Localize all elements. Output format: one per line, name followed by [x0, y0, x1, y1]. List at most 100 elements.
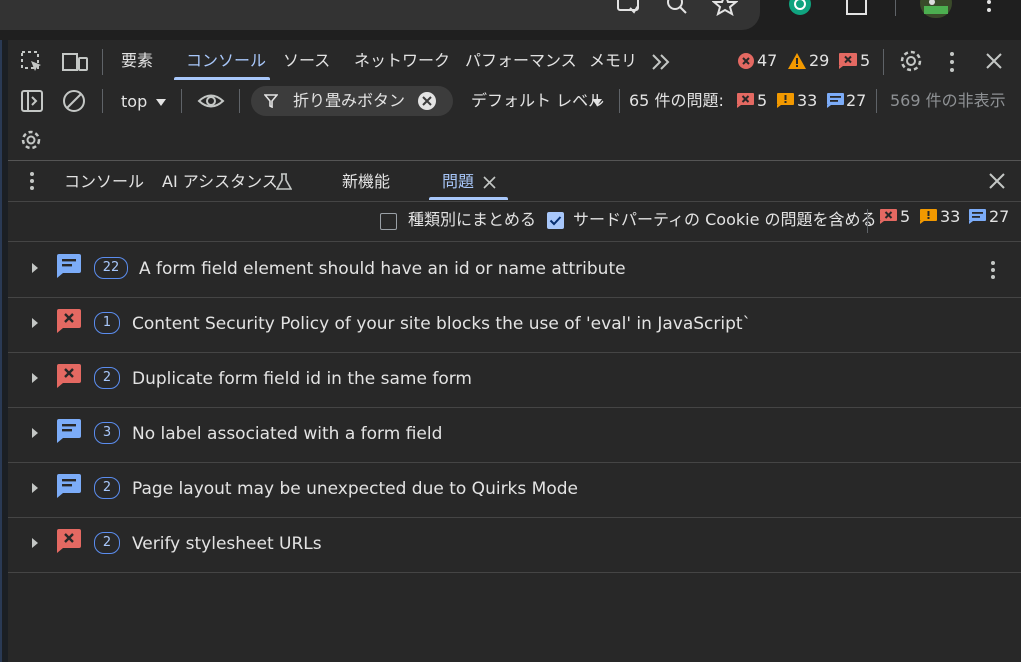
active-tab-indicator [174, 77, 270, 80]
info-message-icon [57, 419, 81, 443]
expand-caret-icon[interactable] [30, 372, 40, 384]
issue-error-icon [737, 93, 754, 108]
issue-title[interactable]: A form field element should have an id o… [139, 259, 626, 279]
hidden-messages-count: 569 件の非表示 [890, 91, 1006, 110]
browser-toolbar [0, 0, 1021, 40]
error-message-icon [57, 529, 81, 553]
drawer-warning-count: 33 [940, 207, 961, 226]
drawer-menu-icon[interactable] [28, 171, 36, 191]
live-expression-eye-icon[interactable] [197, 89, 225, 113]
close-devtools-icon[interactable] [985, 52, 1003, 70]
issue-title[interactable]: Verify stylesheet URLs [132, 534, 322, 554]
issue-row[interactable]: 2 Verify stylesheet URLs [8, 517, 1021, 573]
expand-caret-icon[interactable] [30, 537, 40, 549]
issue-row[interactable]: 3 No label associated with a form field [8, 407, 1021, 463]
info-message-icon [57, 474, 81, 498]
context-selector[interactable]: top [121, 94, 147, 110]
expand-caret-icon[interactable] [30, 317, 40, 329]
filter-input[interactable]: 折り畳みボタン [251, 86, 453, 116]
console-settings-gear-icon[interactable] [20, 129, 42, 151]
issues-summary-label[interactable]: 65 件の問題: [629, 93, 724, 109]
filter-funnel-icon [264, 94, 278, 108]
browser-menu-icon[interactable] [984, 0, 994, 18]
profile-avatar[interactable] [920, 0, 952, 20]
bookmark-star-icon[interactable] [712, 0, 738, 16]
level-chevron-down-icon[interactable] [591, 98, 603, 108]
expand-caret-icon[interactable] [30, 262, 40, 274]
expand-caret-icon[interactable] [30, 427, 40, 439]
expand-caret-icon[interactable] [30, 482, 40, 494]
chatgpt-extension-icon[interactable] [788, 0, 812, 18]
drawer-error-count: 5 [900, 207, 911, 226]
close-drawer-icon[interactable] [988, 172, 1006, 190]
device-toolbar-icon[interactable] [61, 50, 89, 74]
issues-error-count[interactable]: 5 [757, 93, 767, 109]
settings-gear-icon[interactable] [899, 49, 923, 73]
tab-sources[interactable]: ソース [283, 53, 330, 69]
tab-elements[interactable]: 要素 [121, 53, 153, 69]
drawer-tab-issues[interactable]: 問題 [442, 174, 474, 190]
tab-performance[interactable]: パフォーマンス [465, 53, 577, 69]
error-circle-icon [737, 52, 755, 70]
more-options-icon[interactable] [947, 51, 957, 73]
include-third-party-label[interactable]: サードパーティの Cookie の問題を含める [573, 212, 877, 228]
cast-icon[interactable] [616, 0, 640, 16]
error-message-icon [57, 364, 81, 388]
address-bar[interactable] [0, 0, 760, 30]
close-tab-icon[interactable] [483, 176, 496, 189]
issue-error-icon [880, 209, 897, 224]
occurrence-count-badge: 22 [94, 257, 128, 279]
warning-count[interactable]: 29 [809, 53, 829, 69]
drawer-tab-console[interactable]: コンソール [64, 174, 144, 190]
drawer-active-tab-indicator [429, 197, 508, 200]
tab-network[interactable]: ネットワーク [354, 53, 450, 69]
issue-row[interactable]: 2 Duplicate form field id in the same fo… [8, 352, 1021, 408]
issue-title[interactable]: Duplicate form field id in the same form [132, 369, 472, 389]
filter-text: 折り畳みボタン [293, 91, 406, 110]
flask-experimental-icon [276, 173, 292, 191]
double-chevron-right-icon[interactable] [650, 51, 672, 73]
issue-info-icon [969, 209, 986, 224]
issue-title[interactable]: Content Security Policy of your site blo… [132, 314, 751, 334]
issue-warning-icon [920, 209, 937, 224]
extensions-puzzle-icon[interactable] [844, 0, 870, 18]
info-message-icon [57, 254, 81, 278]
issue-info-icon [827, 93, 844, 108]
issue-error-icon [839, 53, 857, 69]
drawer-tab-ai-assistance[interactable]: AI アシスタンス [162, 174, 278, 190]
log-level-selector[interactable]: デフォルト レベル [471, 93, 604, 109]
issues-warning-count[interactable]: 33 [797, 93, 817, 109]
issue-warning-icon [777, 93, 794, 108]
occurrence-count-badge: 2 [94, 367, 120, 389]
tab-memory[interactable]: メモリ [589, 53, 637, 69]
issue-count[interactable]: 5 [860, 53, 870, 69]
issue-title[interactable]: No label associated with a form field [132, 424, 442, 444]
issue-row[interactable]: 2 Page layout may be unexpected due to Q… [8, 462, 1021, 518]
page-edge [0, 40, 8, 662]
occurrence-count-badge: 2 [94, 477, 120, 499]
error-message-icon [57, 309, 81, 333]
tab-console[interactable]: コンソール [186, 53, 266, 69]
group-by-kind-label[interactable]: 種類別にまとめる [408, 212, 536, 228]
clear-console-icon[interactable] [62, 89, 86, 113]
group-by-kind-checkbox[interactable] [380, 213, 397, 230]
error-count[interactable]: 47 [757, 53, 777, 69]
include-third-party-checkbox[interactable] [547, 212, 564, 229]
checkmark-icon [549, 216, 562, 226]
issue-row[interactable]: 22 A form field element should have an i… [8, 242, 1021, 298]
occurrence-count-badge: 3 [94, 422, 120, 444]
inspect-element-icon[interactable] [20, 50, 44, 74]
sidebar-toggle-icon[interactable] [21, 90, 43, 112]
chevron-down-icon[interactable] [155, 98, 167, 108]
zoom-icon[interactable] [666, 0, 690, 16]
issue-title[interactable]: Page layout may be unexpected due to Qui… [132, 479, 578, 499]
clear-filter-icon[interactable] [417, 91, 437, 111]
occurrence-count-badge: 1 [94, 312, 120, 334]
warning-triangle-icon [787, 52, 807, 70]
drawer-info-count: 27 [989, 207, 1010, 226]
issue-row[interactable]: 1 Content Security Policy of your site b… [8, 297, 1021, 353]
occurrence-count-badge: 2 [94, 532, 120, 554]
issues-info-count[interactable]: 27 [846, 93, 866, 109]
drawer-tab-whats-new[interactable]: 新機能 [342, 174, 390, 190]
row-more-options-icon[interactable] [989, 260, 997, 280]
